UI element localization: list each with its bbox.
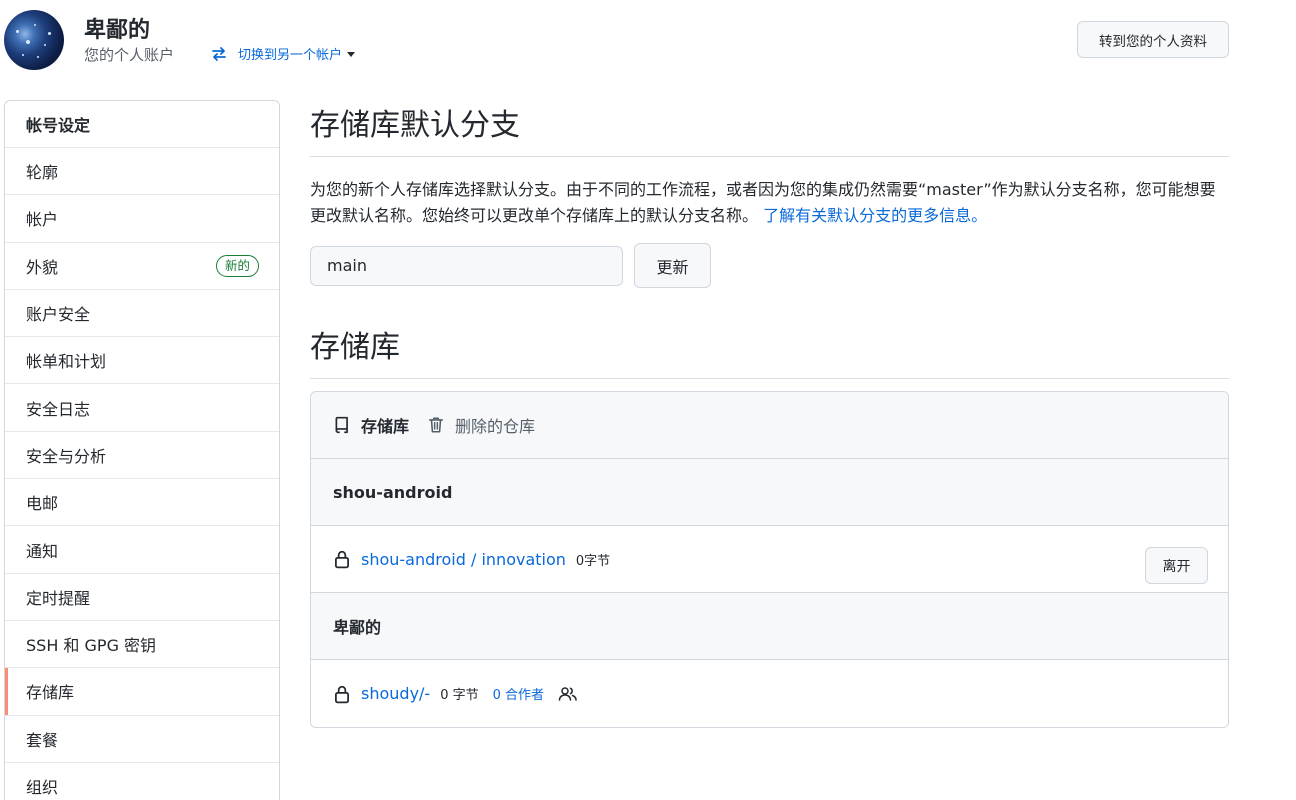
sidebar-item-label: 帐单和计划	[26, 352, 107, 372]
sidebar-item-security-analysis[interactable]: 安全与分析	[5, 432, 279, 480]
lock-icon	[335, 685, 349, 703]
leave-button[interactable]: 离开	[1145, 547, 1208, 584]
sidebar-item-scheduled-reminders[interactable]: 定时提醒	[5, 574, 279, 621]
user-avatar[interactable]	[4, 10, 64, 70]
settings-sidebar: 帐号设定 轮廓 帐户 外貌 新的 账户安全 帐单和计划 安全日志 安全与分析 电邮…	[4, 100, 280, 800]
go-to-profile-button[interactable]: 转到您的个人资料	[1077, 21, 1229, 58]
org-group-header: shou-android	[311, 459, 1228, 526]
switch-account-link[interactable]: 切换到另一个帐户	[210, 44, 356, 63]
sidebar-item-repositories[interactable]: 存储库	[5, 668, 279, 716]
repo-link[interactable]: shoudy/-	[361, 684, 430, 703]
update-button[interactable]: 更新	[634, 243, 711, 288]
tab-repositories-label: 存储库	[361, 417, 410, 436]
repo-row: shou-android / innovation 0字节 离开	[311, 526, 1228, 593]
sidebar-item-label: 套餐	[26, 730, 59, 750]
sidebar-item-appearance[interactable]: 外貌 新的	[5, 243, 279, 290]
repo-link[interactable]: shou-android / innovation	[361, 550, 566, 569]
sidebar-item-label: 通知	[26, 541, 59, 561]
sidebar-item-emails[interactable]: 电邮	[5, 479, 279, 527]
main-content: 存储库默认分支 为您的新个人存储库选择默认分支。由于不同的工作流程，或者因为您的…	[310, 100, 1229, 728]
tab-repositories[interactable]: 存储库	[333, 413, 409, 437]
account-header: 卑鄙的 您的个人账户 切换到另一个帐户 转到您的个人资料	[0, 0, 1296, 90]
sidebar-item-security-log[interactable]: 安全日志	[5, 384, 279, 432]
sidebar-item-ssh-gpg-keys[interactable]: SSH 和 GPG 密钥	[5, 621, 279, 669]
user-group-header: 卑鄙的	[311, 593, 1228, 660]
arrow-switch-icon	[212, 46, 226, 61]
trash-icon	[429, 417, 443, 433]
user-name: 卑鄙的	[84, 18, 151, 43]
sidebar-item-label: 组织	[26, 778, 59, 797]
repository-tabs: 存储库 删除的仓库	[311, 392, 1228, 459]
default-branch-description: 为您的新个人存储库选择默认分支。由于不同的工作流程，或者因为您的集成仍然需要“m…	[310, 177, 1229, 229]
branch-form: 更新	[310, 243, 1229, 288]
sidebar-item-label: 定时提醒	[26, 588, 91, 608]
sidebar-item-profile[interactable]: 轮廓	[5, 148, 279, 196]
repo-size: 0 字节	[440, 688, 479, 703]
tab-deleted-label: 删除的仓库	[455, 417, 536, 436]
repo-icon	[335, 416, 348, 434]
sidebar-item-account[interactable]: 帐户	[5, 195, 279, 243]
new-badge: 新的	[215, 254, 259, 277]
caret-down-icon	[347, 52, 356, 57]
default-branch-input[interactable]	[310, 245, 623, 286]
repo-size: 0字节	[575, 553, 611, 569]
sidebar-item-notifications[interactable]: 通知	[5, 526, 279, 574]
sidebar-item-label: 外貌	[26, 257, 59, 277]
sidebar-item-label: 轮廓	[26, 163, 59, 183]
sidebar-item-label: SSH 和 GPG 密钥	[26, 636, 157, 656]
repositories-title: 存储库	[310, 322, 1229, 379]
sidebar-heading: 帐号设定	[5, 101, 279, 148]
sidebar-item-packages[interactable]: 套餐	[5, 716, 279, 763]
account-type-label: 您的个人账户	[84, 46, 175, 64]
lock-icon	[335, 550, 349, 569]
sidebar-item-label: 帐户	[26, 210, 59, 230]
sidebar-item-label: 账户安全	[26, 305, 91, 325]
sidebar-item-account-security[interactable]: 账户安全	[5, 290, 279, 338]
sidebar-item-label: 安全日志	[26, 399, 91, 419]
tab-deleted-repositories[interactable]: 删除的仓库	[427, 413, 535, 437]
collaborators-link[interactable]: 0 合作者	[493, 684, 544, 703]
people-icon[interactable]	[558, 686, 578, 702]
sidebar-item-organizations[interactable]: 组织	[5, 763, 279, 800]
sidebar-item-label: 安全与分析	[26, 446, 107, 466]
sidebar-item-label: 电邮	[26, 494, 59, 514]
repo-row: shoudy/- 0 字节 0 合作者	[311, 660, 1228, 727]
sidebar-item-label: 存储库	[26, 683, 75, 703]
learn-more-link[interactable]: 了解有关默认分支的更多信息。	[763, 206, 987, 225]
sidebar-item-billing[interactable]: 帐单和计划	[5, 337, 279, 385]
default-branch-title: 存储库默认分支	[310, 100, 1229, 157]
repositories-box: 存储库 删除的仓库 shou-android shou-android / in…	[310, 391, 1229, 728]
switch-account-label: 切换到另一个帐户	[238, 48, 343, 63]
